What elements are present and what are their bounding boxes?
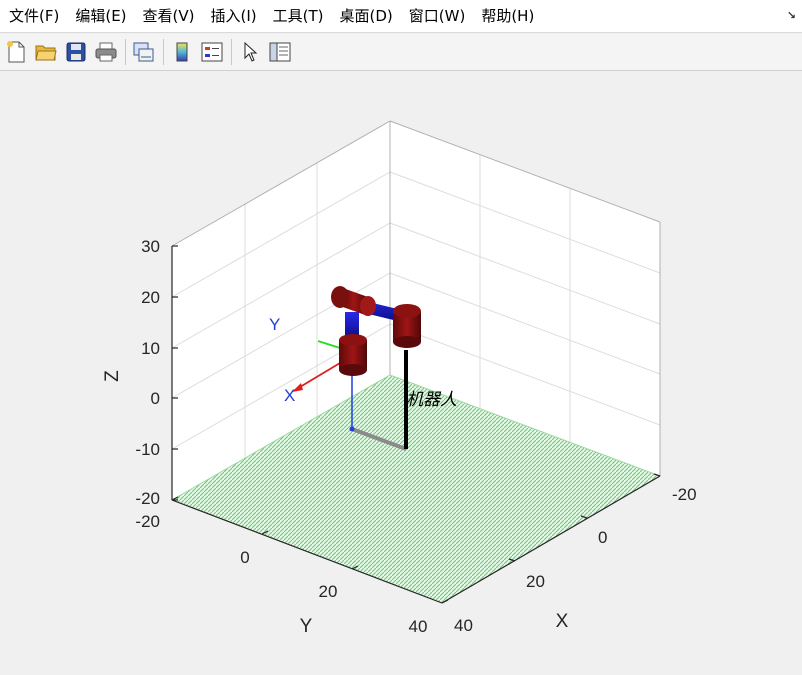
toolbar-separator: [163, 39, 164, 65]
menu-help[interactable]: 帮助(H): [473, 0, 542, 33]
z-tick-label: 20: [141, 288, 160, 307]
y-tick-label: 40: [409, 617, 428, 636]
menu-view[interactable]: 查看(V): [135, 0, 203, 33]
menu-window[interactable]: 窗口(W): [401, 0, 474, 33]
dock-figure-icon[interactable]: ↘: [787, 9, 796, 22]
x-tick-label: -20: [672, 485, 697, 504]
x-axis-label: X: [556, 611, 569, 632]
save-icon[interactable]: [64, 40, 88, 64]
robot-name-label: 机器人: [406, 390, 457, 410]
y-tick-label: 0: [240, 548, 249, 567]
open-file-icon[interactable]: [34, 40, 58, 64]
frame-y-label: Y: [269, 315, 280, 334]
menu-insert[interactable]: 插入(I): [203, 0, 265, 33]
x-tick-label: 40: [454, 616, 473, 635]
z-tick-label: 0: [151, 389, 160, 408]
toolbar-separator: [125, 39, 126, 65]
insert-legend-icon[interactable]: [200, 40, 224, 64]
menu-file[interactable]: 文件(F): [0, 0, 67, 33]
robot-shoulder-joint: [393, 304, 421, 348]
z-tick-label: 10: [141, 339, 160, 358]
menu-edit[interactable]: 编辑(E): [67, 0, 134, 33]
menu-bar: 文件(F) 编辑(E) 查看(V) 插入(I) 工具(T) 桌面(D) 窗口(W…: [0, 0, 802, 33]
insert-colorbar-icon[interactable]: [170, 40, 194, 64]
frame-x-label: X: [284, 386, 295, 405]
plot-axes[interactable]: 30 20 10 0 -10 -20 -20 0 20 40 -20 0 20 …: [0, 72, 802, 675]
y-tick-label: -20: [135, 512, 160, 531]
x-tick-label: 0: [598, 528, 607, 547]
z-tick-label: -20: [135, 489, 160, 508]
menu-desktop[interactable]: 桌面(D): [332, 0, 401, 33]
robot-base-point: [349, 426, 355, 432]
y-tick-label: 20: [319, 582, 338, 601]
link-plot-icon[interactable]: [132, 40, 156, 64]
x-tick-label: 20: [526, 572, 545, 591]
y-axis-label: Y: [300, 616, 313, 637]
robot-wrist-joint: [339, 334, 367, 376]
property-inspector-icon[interactable]: [268, 40, 292, 64]
menu-tools[interactable]: 工具(T): [265, 0, 332, 33]
z-tick-label: -10: [135, 440, 160, 459]
z-tick-label: 30: [141, 237, 160, 256]
z-axis-label: Z: [102, 370, 123, 382]
toolbar-separator: [231, 39, 232, 65]
figure-toolbar: [0, 34, 802, 71]
print-icon[interactable]: [94, 40, 118, 64]
edit-plot-pointer-icon[interactable]: [238, 40, 262, 64]
new-figure-icon[interactable]: [4, 40, 28, 64]
